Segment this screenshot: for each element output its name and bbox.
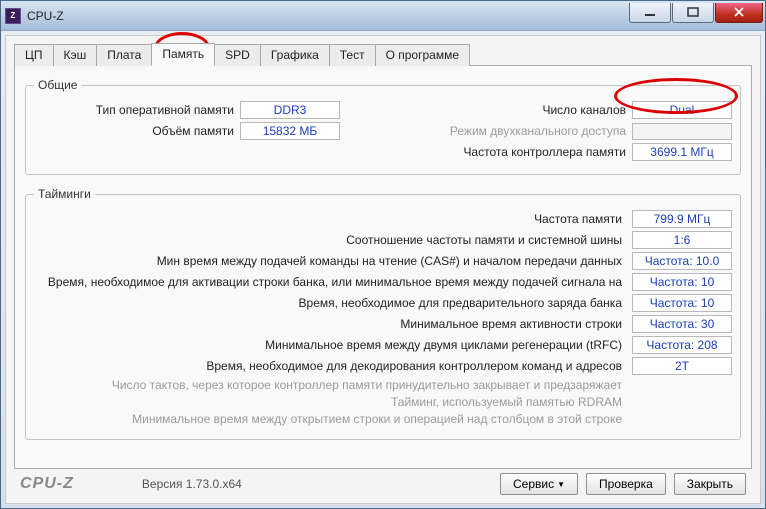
close-app-button[interactable]: Закрыть [674,473,746,495]
timing-label-disabled: Тайминг, используемый памятью RDRAM [34,395,622,409]
timing-value: Частота: 30 [632,315,732,333]
timing-value: Частота: 208 [632,336,732,354]
mem-size-value: 15832 МБ [240,122,340,140]
general-legend: Общие [34,78,81,92]
mem-type-value: DDR3 [240,101,340,119]
brand-label: CPU-Z [20,475,74,493]
close-button[interactable] [715,3,763,23]
app-window: Z CPU-Z ЦП Кэш Плата Память SPD Графика … [0,0,766,509]
validate-button-label: Проверка [599,477,653,491]
minimize-button[interactable] [629,3,671,23]
timing-value: 799.9 МГц [632,210,732,228]
titlebar[interactable]: Z CPU-Z [1,1,765,31]
client-area: ЦП Кэш Плата Память SPD Графика Тест О п… [5,35,761,504]
nb-freq-label: Частота контроллера памяти [463,145,626,159]
timing-value: 1:6 [632,231,732,249]
timing-label: Соотношение частоты памяти и системной ш… [34,233,622,247]
timing-label: Минимальное время активности строки [34,317,622,331]
tools-button[interactable]: Сервис ▼ [500,473,578,495]
timing-value: Частота: 10 [632,294,732,312]
window-title: CPU-Z [27,9,629,23]
timing-label-disabled: Число тактов, через которое контроллер п… [34,378,622,392]
tools-button-label: Сервис [513,477,554,491]
timing-label-disabled: Минимальное время между открытием строки… [34,412,622,426]
chevron-down-icon: ▼ [557,480,565,489]
footer: CPU-Z Версия 1.73.0.x64 Сервис ▼ Проверк… [14,469,752,497]
close-app-button-label: Закрыть [687,477,733,491]
validate-button[interactable]: Проверка [586,473,666,495]
timing-label: Время, необходимое для активации строки … [34,275,622,289]
timings-group: Тайминги Частота памяти 799.9 МГц Соотнош… [25,187,741,440]
maximize-icon [687,7,699,17]
tab-about[interactable]: О программе [375,44,470,66]
version-label: Версия 1.73.0.x64 [142,477,242,491]
timing-label: Время, необходимое для декодирования кон… [34,359,622,373]
timings-legend: Тайминги [34,187,95,201]
timing-value: Частота: 10 [632,273,732,291]
timing-label: Мин время между подачей команды на чтени… [34,254,622,268]
timing-label: Частота памяти [34,212,622,226]
mem-type-label: Тип оперативной памяти [34,103,234,117]
tab-test[interactable]: Тест [329,44,376,66]
tab-graphics[interactable]: Графика [260,44,330,66]
maximize-button[interactable] [672,3,714,23]
app-icon: Z [5,8,21,24]
timing-label: Минимальное время между двумя циклами ре… [34,338,622,352]
memory-tab-panel: Общие Тип оперативной памяти DDR3 Число … [14,65,752,469]
close-icon [733,7,745,17]
timing-value: Частота: 10.0 [632,252,732,270]
nb-freq-value: 3699.1 МГц [632,143,732,161]
general-group: Общие Тип оперативной памяти DDR3 Число … [25,78,741,175]
channels-label: Число каналов [496,103,626,117]
window-controls [629,3,763,23]
tab-memory[interactable]: Память [151,43,215,66]
dc-mode-label: Режим двухканального доступа [450,124,626,138]
minimize-icon [644,7,656,17]
timing-value: 2T [632,357,732,375]
tab-cache[interactable]: Кэш [53,44,98,66]
mem-size-label: Объём памяти [34,124,234,138]
tab-strip: ЦП Кэш Плата Память SPD Графика Тест О п… [14,42,752,66]
dc-mode-value [632,123,732,140]
channels-value: Dual [632,101,732,119]
tab-board[interactable]: Плата [96,44,152,66]
tab-spd[interactable]: SPD [214,44,261,66]
timing-label: Время, необходимое для предварительного … [34,296,622,310]
tab-cpu[interactable]: ЦП [14,44,54,66]
